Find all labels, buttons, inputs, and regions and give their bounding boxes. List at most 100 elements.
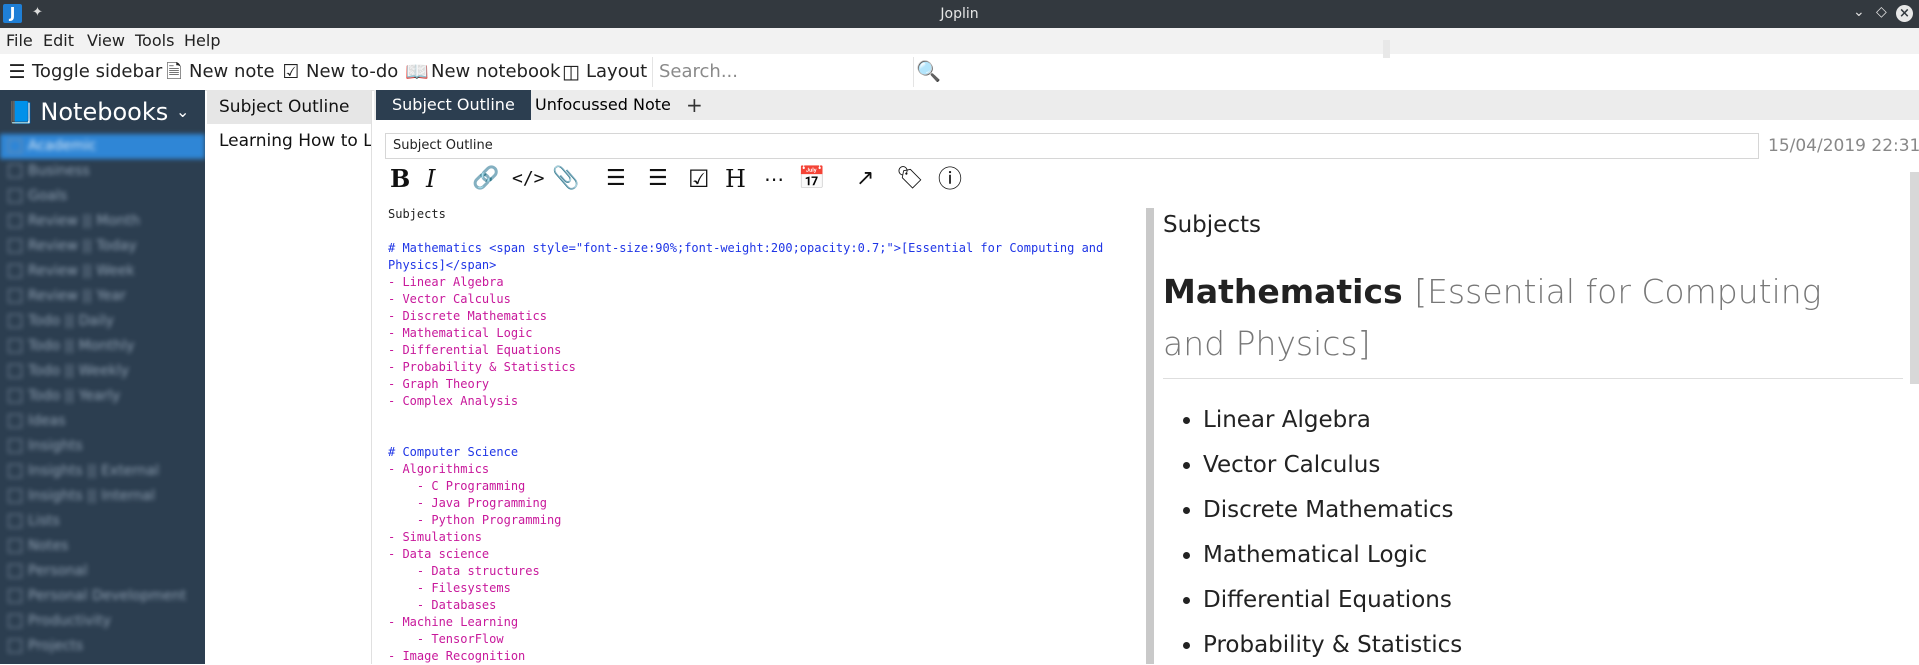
tab-subject-outline[interactable]: Subject Outline <box>376 90 531 120</box>
viewer-list-item: Linear Algebra <box>1203 398 1462 443</box>
tags-icon[interactable]: 🏷 <box>896 164 924 194</box>
sidebar-notebook-item[interactable]: Review || Year <box>0 284 205 309</box>
sidebar-notebook-item[interactable]: Insights || Internal <box>0 484 205 509</box>
menu-tools[interactable]: Tools <box>135 31 174 50</box>
book-icon: 📘 <box>7 101 35 126</box>
sidebar-notebook-item[interactable]: Todo || Daily <box>0 309 205 334</box>
sidebar-notebook-item[interactable]: Lists <box>0 509 205 534</box>
sidebar-notebook-item[interactable]: Goals <box>0 184 205 209</box>
sidebar-notebook-label: Notes <box>28 538 69 554</box>
maximize-icon[interactable]: ◇ <box>1876 4 1887 20</box>
sidebar-notebook-item[interactable]: Personal <box>0 559 205 584</box>
expand-icon[interactable] <box>8 414 22 428</box>
notebooks-header[interactable]: 📘 Notebooks <box>7 98 168 126</box>
menu-edit[interactable]: Edit <box>43 31 74 50</box>
notebooks-sidebar: 📘 Notebooks ⌄ Academic Business Goals Review… <box>0 90 205 664</box>
sidebar-notebook-item[interactable]: Personal Development <box>0 584 205 609</box>
sidebar-notebook-item[interactable]: Notes <box>0 534 205 559</box>
pane-divider[interactable] <box>1146 208 1154 664</box>
editor-line: - Differential Equations <box>388 343 562 357</box>
chevron-down-icon[interactable]: ⌄ <box>176 102 189 121</box>
note-title-input[interactable]: Subject Outline <box>385 133 1759 159</box>
expand-icon[interactable] <box>8 639 22 653</box>
numbered-list-icon[interactable]: ☰ <box>606 164 626 194</box>
expand-icon[interactable] <box>8 464 22 478</box>
new-todo-button[interactable]: ☑ New to-do <box>280 59 398 85</box>
search-input[interactable]: Search... <box>652 57 914 87</box>
viewer-heading-text: Mathematics <box>1163 272 1403 311</box>
close-icon[interactable]: × <box>1896 5 1913 22</box>
expand-icon[interactable] <box>8 139 22 153</box>
search-icon[interactable]: 🔍 <box>916 59 941 83</box>
new-todo-label: New to-do <box>306 61 399 82</box>
expand-icon[interactable] <box>8 589 22 603</box>
sidebar-notebook-label: Ideas <box>28 413 66 429</box>
expand-icon[interactable] <box>8 364 22 378</box>
sidebar-notebook-item[interactable]: Insights <box>0 434 205 459</box>
expand-icon[interactable] <box>8 189 22 203</box>
checkbox-list-icon[interactable]: ☑ <box>688 164 710 194</box>
italic-icon[interactable]: I <box>426 164 435 194</box>
toggle-sidebar-button[interactable]: ☰ Toggle sidebar <box>6 59 162 85</box>
sidebar-notebook-item[interactable]: Todo || Monthly <box>0 334 205 359</box>
attachment-icon[interactable]: 📎 <box>552 164 579 194</box>
bold-icon[interactable]: B <box>390 164 410 194</box>
horizontal-rule-icon[interactable]: ⋯ <box>764 164 784 194</box>
sidebar-notebook-item[interactable]: Review || Today <box>0 234 205 259</box>
sidebar-notebook-item[interactable]: Todo || Yearly <box>0 384 205 409</box>
sidebar-notebook-item[interactable]: Todo || Weekly <box>0 359 205 384</box>
viewer-scrollbar[interactable] <box>1910 172 1919 384</box>
expand-icon[interactable] <box>8 614 22 628</box>
expand-icon[interactable] <box>8 239 22 253</box>
editor-line: - Data science <box>388 547 490 561</box>
sidebar-notebook-item[interactable]: Review || Week <box>0 259 205 284</box>
sidebar-notebook-item[interactable]: Business <box>0 159 205 184</box>
menu-file[interactable]: File <box>6 31 33 50</box>
sidebar-notebook-label: Personal <box>28 563 88 579</box>
editor-line: - Probability & Statistics <box>388 360 576 374</box>
viewer-list: Linear AlgebraVector CalculusDiscrete Ma… <box>1163 398 1462 664</box>
sidebar-notebook-item[interactable]: Productivity <box>0 609 205 634</box>
note-list-item[interactable]: Learning How to Learn <box>207 124 371 158</box>
layout-button[interactable]: ◫ Layout <box>560 59 647 85</box>
viewer-list-item: Mathematical Logic <box>1203 533 1462 578</box>
sidebar-notebook-item[interactable]: Ideas <box>0 409 205 434</box>
expand-icon[interactable] <box>8 439 22 453</box>
sidebar-notebook-item[interactable]: Academic <box>0 134 205 159</box>
expand-icon[interactable] <box>8 214 22 228</box>
markdown-editor[interactable]: Subjects # Mathematics <span style="font-… <box>388 206 1148 665</box>
sidebar-notebook-item[interactable]: Review || Month <box>0 209 205 234</box>
expand-icon[interactable] <box>8 314 22 328</box>
code-icon[interactable]: </> <box>512 164 545 194</box>
info-icon[interactable]: ⓘ <box>938 164 962 194</box>
expand-icon[interactable] <box>8 539 22 553</box>
sidebar-notebook-label: Insights || Internal <box>28 488 156 504</box>
heading-icon[interactable]: H <box>725 164 746 194</box>
insert-date-icon[interactable]: 📅 <box>798 164 825 194</box>
sidebar-notebook-label: Academic <box>28 138 97 154</box>
minimize-icon[interactable]: ⌄ <box>1853 4 1865 20</box>
expand-icon[interactable] <box>8 339 22 353</box>
tab-unfocussed-note[interactable]: Unfocussed Note <box>519 90 687 120</box>
sidebar-notebook-item[interactable]: Insights || External <box>0 459 205 484</box>
expand-icon[interactable] <box>8 289 22 303</box>
new-note-button[interactable]: 🗎 New note <box>163 59 274 85</box>
menu-help[interactable]: Help <box>184 31 220 50</box>
expand-icon[interactable] <box>8 489 22 503</box>
file-icon: 🗎 <box>166 61 182 83</box>
external-edit-icon[interactable]: ↗ <box>856 164 874 194</box>
expand-icon[interactable] <box>8 564 22 578</box>
link-icon[interactable]: 🔗 <box>472 164 499 194</box>
expand-icon[interactable] <box>8 389 22 403</box>
sidebar-notebook-item[interactable]: Projects <box>0 634 205 659</box>
sidebar-notebook-label: Todo || Daily <box>28 313 114 329</box>
expand-icon[interactable] <box>8 514 22 528</box>
bullet-list-icon[interactable]: ☰ <box>648 164 668 194</box>
editor-line: - Databases <box>388 598 497 612</box>
note-list-item[interactable]: Subject Outline <box>207 90 371 124</box>
menu-view[interactable]: View <box>87 31 125 50</box>
expand-icon[interactable] <box>8 164 22 178</box>
new-notebook-button[interactable]: 📖 New notebook <box>405 59 560 85</box>
expand-icon[interactable] <box>8 264 22 278</box>
add-tab-button[interactable]: + <box>670 90 719 120</box>
